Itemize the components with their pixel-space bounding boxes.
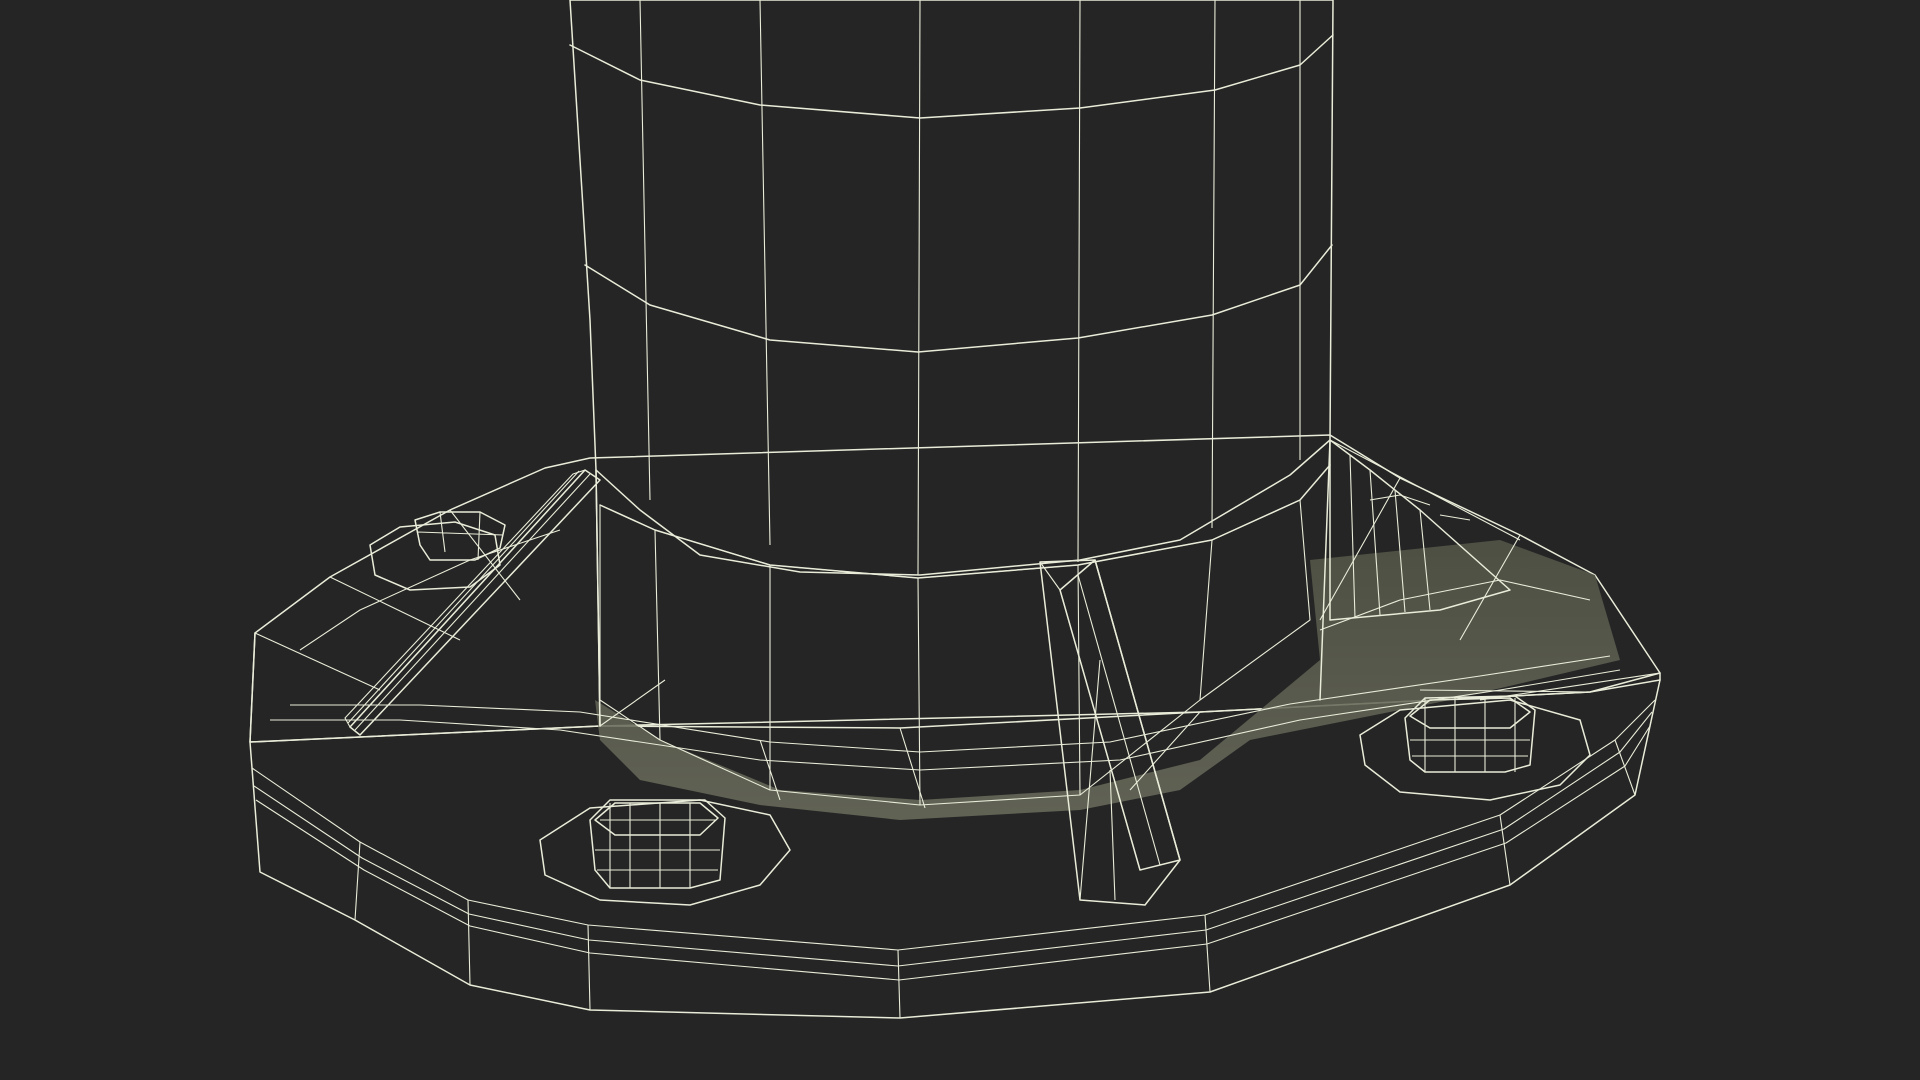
bolt-front-left (539, 799, 791, 906)
3d-viewport[interactable] (0, 0, 1920, 1080)
bolt-hidden-back (1369, 494, 1471, 521)
base-plate-rim (249, 679, 1661, 1019)
column-body (569, 0, 1334, 576)
base-plate (249, 434, 1661, 1019)
wireframe-render (249, 0, 1661, 1019)
column (569, 0, 1334, 806)
bolt-right (1359, 695, 1591, 801)
bolt-back-left (369, 511, 506, 591)
